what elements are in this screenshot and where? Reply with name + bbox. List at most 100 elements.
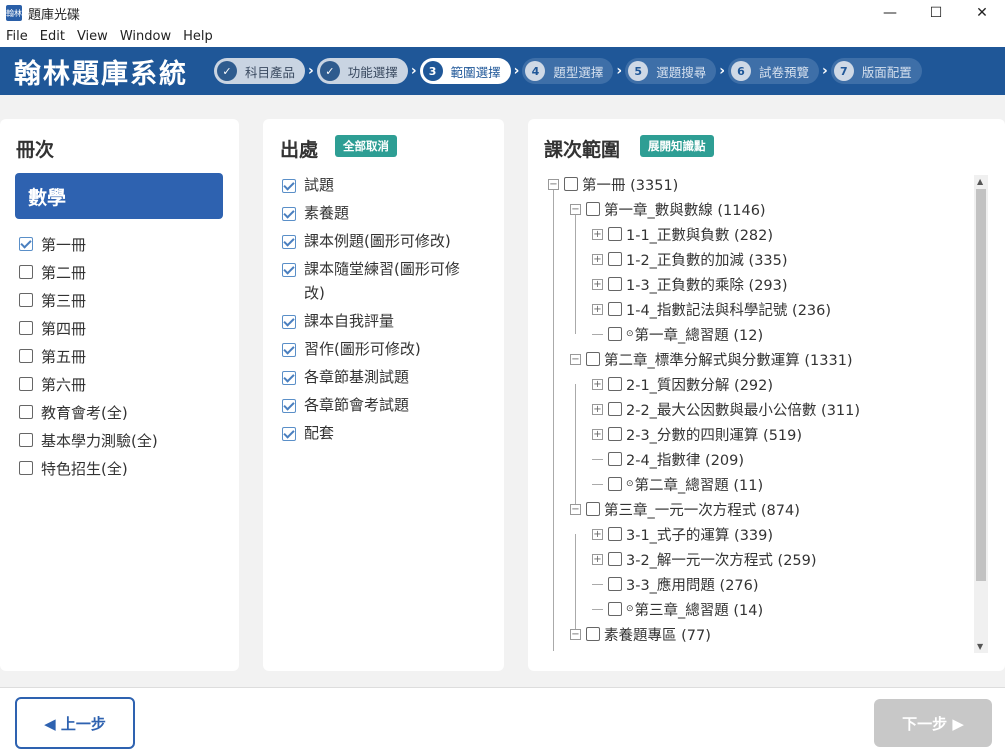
cancel-all-button[interactable]: 全部取消: [335, 135, 397, 157]
volume-checkbox[interactable]: [19, 321, 33, 335]
tree-node[interactable]: − 第三章_一元一次方程式 (874): [570, 498, 800, 520]
volume-checkbox[interactable]: [19, 433, 33, 447]
expand-icon[interactable]: +: [592, 403, 603, 415]
wizard-step-6[interactable]: 6 試卷預覽: [727, 58, 819, 84]
expand-icon[interactable]: +: [592, 378, 603, 390]
wizard-step-4[interactable]: 4 題型選擇: [522, 58, 614, 84]
volume-item[interactable]: 第六冊: [19, 374, 86, 395]
source-checkbox[interactable]: [282, 235, 296, 249]
volume-item[interactable]: 第二冊: [19, 262, 86, 283]
tree-node[interactable]: +1-4_指數記法與科學記號 (236): [592, 298, 831, 320]
wizard-step-7[interactable]: 7 版面配置: [830, 58, 922, 84]
menu-view[interactable]: View: [71, 27, 114, 47]
tree-node[interactable]: ⊙ 第一章_總習題 (12): [592, 323, 763, 345]
volume-checkbox[interactable]: [19, 349, 33, 363]
volume-checkbox[interactable]: [19, 405, 33, 419]
collapse-icon[interactable]: −: [570, 203, 581, 215]
tree-checkbox[interactable]: [608, 527, 622, 541]
volume-item[interactable]: 特色招生(全): [19, 458, 128, 479]
prev-step-button[interactable]: ◀ 上一步: [15, 697, 135, 749]
tree-checkbox[interactable]: [608, 377, 622, 391]
volume-item[interactable]: 第五冊: [19, 346, 86, 367]
source-checkbox[interactable]: [282, 371, 296, 385]
scroll-thumb[interactable]: [976, 189, 986, 581]
volume-item[interactable]: 第四冊: [19, 318, 86, 339]
tree-node[interactable]: +3-1_式子的運算 (339): [592, 523, 773, 545]
tree-checkbox[interactable]: [608, 277, 622, 291]
tree-node[interactable]: − 第一冊 (3351): [548, 173, 678, 195]
collapse-icon[interactable]: −: [570, 503, 581, 515]
tree-checkbox[interactable]: [608, 577, 622, 591]
tree-node[interactable]: +1-3_正負數的乘除 (293): [592, 273, 788, 295]
tree-node[interactable]: − 第一章_數與數線 (1146): [570, 198, 766, 220]
scroll-up-icon[interactable]: ▲: [977, 177, 983, 186]
source-item[interactable]: 課本自我評量: [282, 312, 394, 333]
volume-item[interactable]: 第三冊: [19, 290, 86, 311]
tree-node[interactable]: +2-1_質因數分解 (292): [592, 373, 773, 395]
tree-checkbox[interactable]: [586, 502, 600, 516]
minimize-button[interactable]: —: [867, 0, 913, 26]
menu-help[interactable]: Help: [177, 27, 219, 47]
menu-window[interactable]: Window: [114, 27, 177, 47]
expand-icon[interactable]: +: [592, 428, 603, 440]
tree-node[interactable]: +1-2_正負數的加減 (335): [592, 248, 788, 270]
scroll-down-icon[interactable]: ▼: [977, 642, 983, 651]
source-checkbox[interactable]: [282, 263, 296, 277]
volume-item[interactable]: 基本學力測驗(全): [19, 430, 158, 451]
tree-checkbox[interactable]: [608, 227, 622, 241]
tree-checkbox[interactable]: [586, 352, 600, 366]
tree-node[interactable]: ⊙ 第三章_總習題 (14): [592, 598, 763, 620]
tree-node[interactable]: +3-2_解一元一次方程式 (259): [592, 548, 817, 570]
tree-checkbox[interactable]: [608, 327, 622, 341]
collapse-icon[interactable]: −: [570, 353, 581, 365]
tree-node[interactable]: 2-4_指數律 (209): [592, 448, 744, 470]
source-checkbox[interactable]: [282, 315, 296, 329]
source-item[interactable]: 試題: [282, 176, 334, 197]
source-item[interactable]: 各章節基測試題: [282, 368, 409, 389]
tree-checkbox[interactable]: [564, 177, 578, 191]
volume-item[interactable]: 教育會考(全): [19, 402, 128, 423]
tree-checkbox[interactable]: [608, 302, 622, 316]
tree-node[interactable]: − 第二章_標準分解式與分數運算 (1331): [570, 348, 853, 370]
volume-checkbox[interactable]: [19, 377, 33, 391]
volume-item[interactable]: 第一冊: [19, 234, 86, 255]
source-item[interactable]: 習作(圖形可修改): [282, 340, 421, 361]
wizard-step-5[interactable]: 5 選題搜尋: [625, 58, 717, 84]
wizard-step-1[interactable]: ✓ 科目產品: [214, 58, 306, 84]
tree-node[interactable]: +1-1_正數與負數 (282): [592, 223, 773, 245]
expand-knowledge-button[interactable]: 展開知識點: [640, 135, 714, 157]
collapse-icon[interactable]: −: [570, 628, 581, 640]
subject-button[interactable]: 數學: [15, 173, 223, 219]
maximize-button[interactable]: ☐: [913, 0, 959, 26]
tree-checkbox[interactable]: [608, 427, 622, 441]
source-checkbox[interactable]: [282, 207, 296, 221]
expand-icon[interactable]: +: [592, 303, 603, 315]
source-item[interactable]: 素養題: [282, 204, 349, 225]
close-button[interactable]: ✕: [959, 0, 1005, 26]
tree-node[interactable]: 3-3_應用問題 (276): [592, 573, 759, 595]
source-item[interactable]: 配套: [282, 424, 334, 445]
tree-node[interactable]: ⊙ 第二章_總習題 (11): [592, 473, 763, 495]
expand-icon[interactable]: +: [592, 228, 603, 240]
tree-checkbox[interactable]: [608, 602, 622, 616]
volume-checkbox[interactable]: [19, 237, 33, 251]
tree-checkbox[interactable]: [608, 552, 622, 566]
source-checkbox[interactable]: [282, 343, 296, 357]
volume-checkbox[interactable]: [19, 265, 33, 279]
tree-checkbox[interactable]: [608, 477, 622, 491]
volume-checkbox[interactable]: [19, 461, 33, 475]
tree-node[interactable]: +2-3_分數的四則運算 (519): [592, 423, 802, 445]
source-item[interactable]: 課本隨堂練習(圖形可修 改): [282, 260, 460, 305]
source-checkbox[interactable]: [282, 179, 296, 193]
wizard-step-2[interactable]: ✓ 功能選擇: [316, 58, 408, 84]
collapse-icon[interactable]: −: [548, 178, 559, 190]
menu-file[interactable]: File: [0, 27, 34, 47]
tree-checkbox[interactable]: [586, 202, 600, 216]
tree-node[interactable]: − 素養題專區 (77): [570, 623, 711, 645]
expand-icon[interactable]: +: [592, 278, 603, 290]
tree-node[interactable]: +2-2_最大公因數與最小公倍數 (311): [592, 398, 860, 420]
tree-scrollbar[interactable]: ▲ ▼: [974, 175, 988, 653]
tree-checkbox[interactable]: [608, 452, 622, 466]
volume-checkbox[interactable]: [19, 293, 33, 307]
next-step-button[interactable]: 下一步 ▶: [874, 699, 992, 747]
